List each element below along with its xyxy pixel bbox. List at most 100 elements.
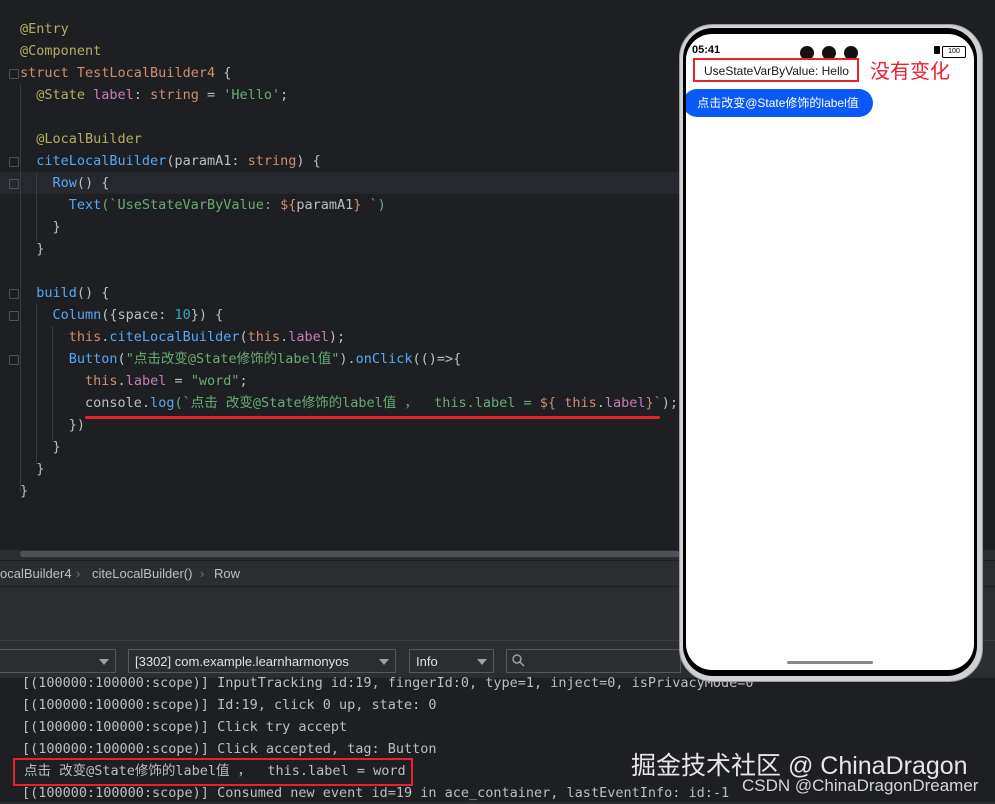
phone-screen[interactable]: 05:41 100 UseStateVarByValue: Hello 点击改变… [686, 34, 974, 670]
code-line[interactable]: console.log(`点击 改变@State修饰的label值 ， this… [20, 392, 678, 414]
code-token: @Entry [20, 21, 69, 37]
code-line[interactable]: } [20, 436, 61, 458]
code-token: () { [76, 175, 110, 191]
code-token: 10 [174, 307, 191, 323]
code-line[interactable]: }) [20, 414, 85, 436]
code-line[interactable]: @State label: string = 'Hello'; [20, 84, 288, 106]
code-token: 'Hello' [223, 87, 281, 103]
code-token: citeLocalBuilder [20, 153, 167, 169]
code-token: this [20, 373, 118, 389]
code-line[interactable]: citeLocalBuilder(paramA1: string) { [20, 150, 321, 172]
home-indicator[interactable] [787, 661, 873, 664]
code-token: "word" [190, 373, 240, 389]
code-token: string [150, 87, 199, 103]
annotation-no-change: 没有变化 [870, 59, 950, 83]
code-token: ${ [280, 197, 297, 213]
code-token: () { [76, 285, 110, 301]
breadcrumb-item-row[interactable]: Row [214, 561, 240, 587]
code-token: Row [20, 175, 77, 191]
code-token: this [564, 395, 597, 411]
device-dropdown[interactable] [0, 649, 116, 673]
code-line[interactable]: this.label = "word"; [20, 370, 248, 392]
fold-marker-icon[interactable] [9, 69, 19, 79]
log-highlight-box [13, 758, 413, 786]
breadcrumb-separator: › [200, 566, 205, 581]
code-token: Button [20, 351, 118, 367]
code-token: ({ [101, 307, 118, 323]
code-line[interactable]: } [20, 480, 28, 502]
breadcrumb-item-struct[interactable]: ocalBuilder4 [0, 561, 72, 587]
code-token: @LocalBuilder [20, 131, 142, 147]
code-token: paramA1 [296, 197, 354, 213]
code-token: { [223, 65, 232, 81]
code-token: ( [117, 351, 126, 367]
code-token: label [604, 395, 646, 411]
code-line[interactable]: } [20, 238, 44, 260]
log-search-input[interactable] [506, 649, 681, 673]
code-token: ${ [539, 395, 565, 411]
code-token: citeLocalBuilder [109, 329, 240, 345]
code-token: = [198, 87, 224, 103]
code-token: `) [361, 197, 386, 213]
code-token: space [117, 307, 159, 323]
code-token: ; [239, 373, 248, 389]
change-label-button[interactable]: 点击改变@State修饰的label值 [686, 89, 873, 117]
code-token: : [133, 87, 151, 103]
editor-horizontal-scrollbar[interactable] [20, 551, 680, 557]
code-token: Column [20, 307, 102, 323]
text-highlight-box [693, 58, 859, 82]
code-token: ( [239, 329, 248, 345]
code-line[interactable]: @LocalBuilder [20, 128, 142, 150]
code-token: @Component [20, 43, 102, 59]
code-line[interactable]: struct TestLocalBuilder4 { [20, 62, 231, 84]
search-icon [512, 654, 525, 667]
code-token: log [150, 395, 175, 411]
process-dropdown[interactable]: [3302] com.example.learnharmonyos [128, 649, 396, 673]
log-line: [(100000:100000:scope)] Click accepted, … [22, 741, 437, 757]
log-level-dropdown[interactable]: Info [409, 649, 494, 673]
code-token: struct [20, 65, 77, 81]
code-token: (`UseStateVarByValue: [101, 197, 281, 213]
code-token: label [125, 373, 167, 389]
code-token: } [20, 439, 61, 455]
fold-marker-icon[interactable] [9, 311, 19, 321]
code-token: this [20, 329, 102, 345]
code-token: . [117, 373, 126, 389]
code-token: . [141, 395, 151, 411]
code-token: onClick [355, 351, 413, 367]
code-line[interactable]: Button("点击改变@State修饰的label值").onClick(()… [20, 348, 462, 370]
breadcrumb-item-builder[interactable]: citeLocalBuilder() [92, 561, 192, 587]
fold-marker-icon[interactable] [9, 289, 19, 299]
fold-marker-icon[interactable] [9, 355, 19, 365]
fold-marker-icon[interactable] [9, 179, 19, 189]
chevron-down-icon [99, 659, 109, 665]
code-line[interactable]: @Component [20, 40, 101, 62]
code-line[interactable]: } [20, 458, 44, 480]
code-token: } [20, 219, 61, 235]
code-token: @State [20, 87, 94, 103]
code-token: } [20, 241, 45, 257]
code-line[interactable]: this.citeLocalBuilder(this.label); [20, 326, 345, 348]
code-line[interactable]: Text(`UseStateVarByValue: ${paramA1} `) [20, 194, 386, 216]
code-token: }) [20, 417, 86, 433]
code-token: Text [20, 197, 102, 213]
code-token: string [247, 153, 297, 169]
code-line[interactable]: @Entry [20, 18, 69, 40]
code-line[interactable]: Row() { [20, 172, 110, 194]
code-token: console [20, 395, 142, 411]
code-token: this [247, 329, 281, 345]
lock-icon [934, 46, 940, 54]
chevron-down-icon [379, 659, 389, 665]
log-line: [(100000:100000:scope)] Click try accept [22, 719, 348, 735]
highlight-underline [85, 416, 660, 419]
code-token: ` [653, 395, 662, 411]
code-line[interactable]: } [20, 216, 61, 238]
code-token: } [20, 483, 29, 499]
fold-marker-icon[interactable] [9, 157, 19, 167]
code-token: }) { [190, 307, 224, 323]
code-token: } [20, 461, 45, 477]
code-token: TestLocalBuilder4 [76, 65, 224, 81]
code-line[interactable]: build() { [20, 282, 109, 304]
code-line[interactable]: Column({space: 10}) { [20, 304, 224, 326]
code-token: (paramA1: [166, 153, 248, 169]
